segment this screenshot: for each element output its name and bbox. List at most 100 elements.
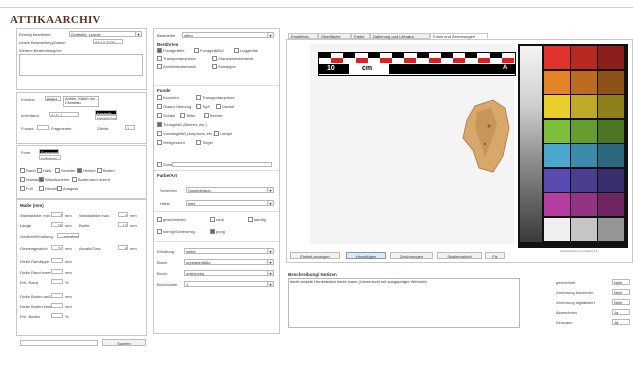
checkbox-box[interactable] [20, 168, 25, 174]
bearbeiter-select[interactable]: offen ▾ [182, 32, 274, 38]
checkbox-box[interactable] [248, 217, 253, 223]
bruch-select[interactable]: unregelmäßig ▾ [184, 259, 274, 265]
farbe1-select[interactable]: Dunkelbraun ▾ [186, 187, 274, 193]
checkbox-box[interactable] [212, 64, 217, 70]
checkbox-item[interactable]: Fuß [20, 186, 33, 192]
measure-input[interactable]: 8 [118, 245, 128, 250]
checkbox-item[interactable]: Wandst. [20, 177, 41, 183]
measure-input[interactable] [51, 279, 63, 284]
checkbox-box[interactable] [157, 162, 162, 168]
checkbox-item[interactable]: Schale [157, 113, 175, 119]
checkbox-box[interactable] [196, 95, 201, 101]
side-select[interactable]: Ja [612, 309, 630, 315]
measure-input[interactable] [51, 269, 63, 274]
measure-input[interactable]: 4 [118, 212, 128, 217]
checkbox-item[interactable]: Lampe [214, 131, 232, 137]
checkbox-box[interactable] [157, 229, 162, 235]
checkbox-box[interactable] [157, 64, 162, 70]
checkbox-box[interactable] [37, 168, 42, 174]
checkbox-item[interactable]: Deckel [216, 104, 234, 110]
checkbox-item[interactable]: körnig/Schlemmig [157, 229, 195, 235]
side-select[interactable]: Ja [612, 319, 630, 325]
checkbox-box[interactable] [216, 104, 221, 110]
checkbox-box[interactable] [210, 217, 215, 223]
inventar-input[interactable]: ALD-1 [49, 112, 79, 117]
checkbox-item[interactable]: Sonstiges [212, 64, 236, 70]
checkbox-box[interactable] [210, 229, 215, 235]
checkbox-item[interactable]: Becher [204, 113, 223, 119]
checkbox-item[interactable]: Vorratsgefäß (Amphora, etc.) [157, 131, 215, 137]
checkbox-box[interactable] [157, 48, 162, 54]
side-select[interactable]: Nein [612, 289, 630, 295]
checkbox-box[interactable] [157, 122, 162, 128]
measure-input[interactable]: 3 [51, 212, 63, 217]
checkbox-item[interactable]: Trinkgefäß (Becher, etc.) [157, 122, 207, 128]
checkbox-item[interactable]: porig [210, 229, 225, 235]
checkbox-box[interactable] [204, 113, 209, 119]
checkbox-item[interactable]: Hals [37, 168, 51, 174]
measure-input[interactable]: 26 [51, 222, 63, 227]
checkbox-box[interactable] [20, 177, 25, 183]
checkbox-item[interactable]: Topf [196, 104, 210, 110]
photo-button-4[interactable]: Skalierbarkeit [437, 252, 482, 259]
checkbox-item[interactable]: Boden [97, 168, 115, 174]
checkbox-box[interactable] [194, 48, 199, 54]
checkbox-box[interactable] [196, 140, 201, 146]
checkbox-box[interactable] [157, 113, 162, 119]
checkbox-item[interactable]: Henkel [77, 168, 95, 174]
datum-input[interactable]: 09.10.2020 [93, 39, 123, 44]
checkbox-box[interactable] [72, 177, 77, 183]
photo-button-5[interactable]: Fix [485, 252, 505, 259]
search-button[interactable]: Suchen [102, 339, 146, 346]
checkbox-item[interactable]: Transportamphore [196, 95, 235, 101]
checkbox-box[interactable] [157, 95, 162, 101]
photo-button-2[interactable]: Hinzufügen [346, 252, 386, 259]
desc-textarea[interactable]: leicht schiefe Henkelstück leicht innen … [288, 278, 520, 328]
bruch-select[interactable]: unter/unig ▾ [184, 270, 274, 276]
checkbox-box[interactable] [196, 104, 201, 110]
checkbox-box[interactable] [214, 131, 219, 137]
checkbox-item[interactable]: Architekturkeramik [157, 64, 196, 70]
measure-input[interactable]: 21 [51, 245, 63, 250]
bruch-select[interactable]: mittel ▾ [184, 248, 274, 254]
checkbox-item[interactable]: rauh [210, 217, 224, 223]
checkbox-item[interactable]: Schulter [55, 168, 76, 174]
checkbox-item[interactable]: Rand [20, 168, 36, 174]
checkbox-box[interactable] [157, 56, 162, 62]
checkbox-item[interactable]: Luggeräte [234, 48, 258, 54]
checkbox-box[interactable] [77, 168, 82, 174]
kontext-input[interactable]: B/001 [45, 96, 61, 101]
checkbox-box[interactable] [212, 56, 217, 62]
checkbox-box[interactable] [20, 186, 25, 192]
checkbox-item[interactable]: Wandscherbe [39, 177, 70, 183]
measure-input[interactable]: erhalten [57, 233, 79, 238]
checkbox-item[interactable]: Bodenrand rezent [72, 177, 110, 183]
sonstiges-input[interactable] [172, 162, 272, 167]
checkbox-item[interactable]: Transportamphore [157, 56, 196, 62]
checkbox-box[interactable] [157, 140, 162, 146]
checkbox-box[interactable] [180, 113, 185, 119]
bearbeitet-select[interactable]: Grafnetz, Leonie ▾ [69, 31, 142, 37]
checkbox-item[interactable]: geschmiedet [157, 217, 186, 223]
checkbox-item[interactable]: Ausguss [57, 186, 78, 192]
checkbox-box[interactable] [157, 131, 162, 137]
checkbox-item[interactable]: Glasur-Überzug [157, 104, 191, 110]
checkbox-item[interactable]: Tiegel [196, 140, 213, 146]
checkbox-box[interactable] [39, 177, 44, 183]
measure-input[interactable]: 12 [118, 222, 128, 227]
checkbox-box[interactable] [234, 48, 239, 54]
search-input[interactable] [20, 340, 98, 346]
side-select[interactable]: Nein [612, 279, 630, 285]
checkbox-item[interactable]: Glanzwarenkeramik [212, 56, 253, 62]
bruch-select[interactable]: 1 ▾ [184, 281, 274, 287]
checkbox-box[interactable] [157, 104, 162, 110]
photo-button-3[interactable]: Zeichnungen [390, 252, 433, 259]
checkbox-box[interactable] [57, 186, 62, 192]
checkbox-item[interactable]: Fundgefäße2 [194, 48, 224, 54]
side-select[interactable]: Nein [612, 299, 630, 305]
checkbox-box[interactable] [55, 168, 60, 174]
checkbox-box[interactable] [157, 217, 162, 223]
photo-button-1[interactable]: Einheit anzeigen [290, 252, 340, 259]
checkbox-item[interactable]: Fundgefäße [157, 48, 185, 54]
checkbox-item[interactable]: sandig [248, 217, 266, 223]
